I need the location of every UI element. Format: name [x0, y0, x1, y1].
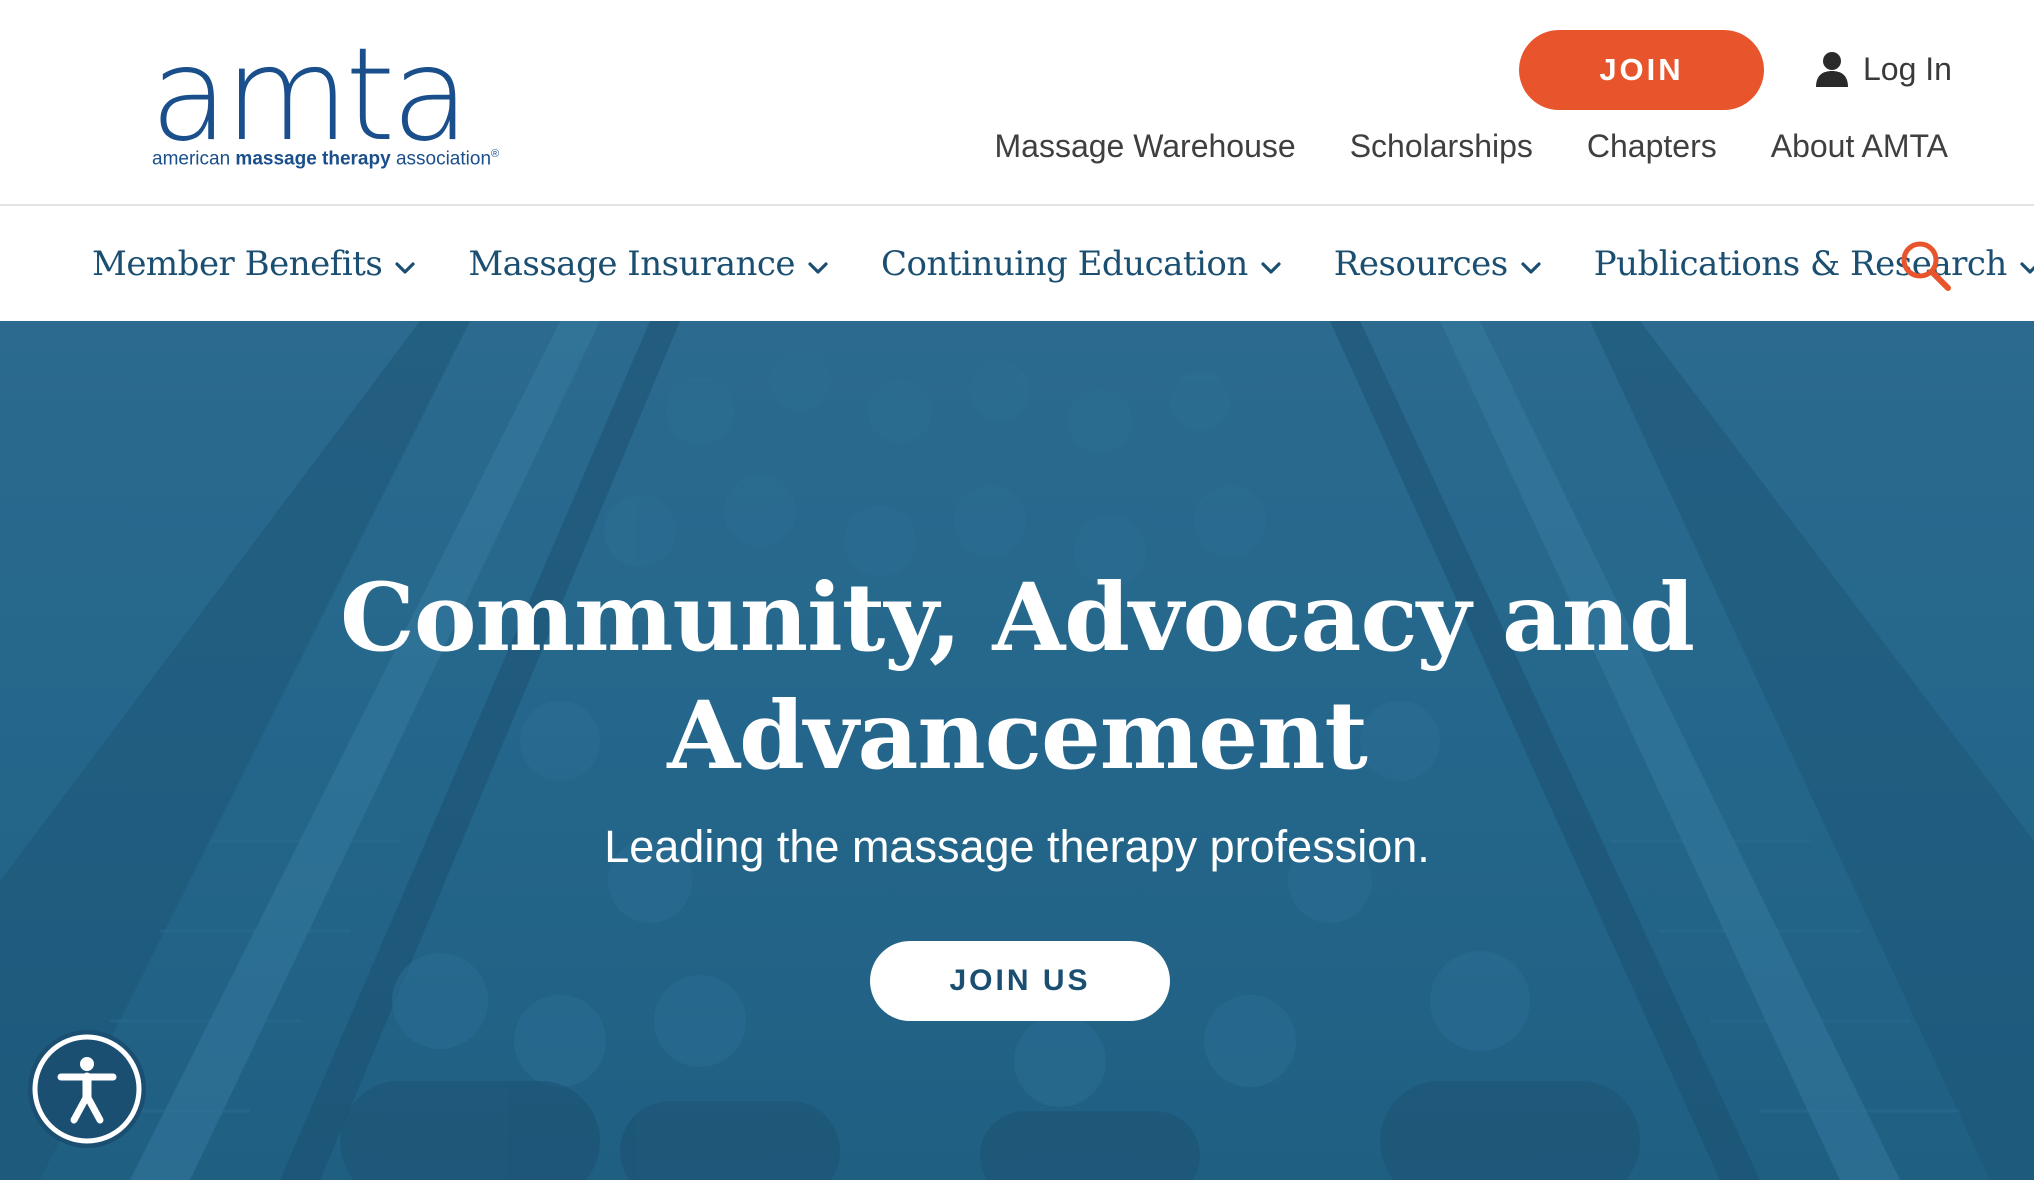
chevron-down-icon	[2020, 262, 2034, 274]
util-link-massage-warehouse[interactable]: Massage Warehouse	[995, 128, 1296, 165]
logo-tag-pre: american	[152, 148, 236, 170]
nav-label: Massage Insurance	[468, 244, 796, 284]
nav-label: Continuing Education	[881, 244, 1248, 284]
nav-item-massage-insurance[interactable]: Massage Insurance	[468, 244, 829, 284]
util-link-scholarships[interactable]: Scholarships	[1350, 128, 1533, 165]
logo-wordmark: amta	[150, 21, 470, 170]
login-label: Log In	[1863, 50, 1952, 87]
logo-tagline: american massage therapy association®	[152, 148, 499, 170]
hero-title-line2: Advancement	[667, 681, 1368, 791]
chevron-down-icon	[1521, 262, 1541, 274]
chevron-down-icon	[808, 262, 828, 274]
join-button[interactable]: JOIN	[1519, 30, 1764, 110]
login-link[interactable]: Log In	[1815, 44, 1952, 94]
accessibility-button[interactable]	[28, 1030, 146, 1148]
hero-title: Community, Advocacy and Advancement	[0, 559, 2034, 795]
search-icon[interactable]	[1898, 238, 1954, 294]
nav-label: Resources	[1333, 244, 1508, 284]
nav-label: Member Benefits	[92, 244, 383, 284]
hero-banner: Community, Advocacy and Advancement Lead…	[0, 321, 2034, 1180]
chevron-down-icon	[395, 262, 415, 274]
hero-subtitle: Leading the massage therapy profession.	[604, 821, 1430, 872]
nav-item-member-benefits[interactable]: Member Benefits	[92, 244, 416, 284]
hero-title-line1: Community, Advocacy and	[340, 563, 1695, 673]
nav-item-publications-research[interactable]: Publications & Research	[1594, 244, 2034, 284]
top-header: amta american massage therapy associatio…	[0, 0, 2034, 206]
main-nav: Member Benefits Massage Insurance Contin…	[0, 207, 2034, 321]
accessibility-icon	[32, 1034, 142, 1144]
amta-logo[interactable]: amta american massage therapy associatio…	[150, 32, 520, 175]
logo-tag-post: association	[390, 148, 492, 170]
join-us-button[interactable]: JOIN US	[870, 941, 1170, 1021]
nav-item-continuing-education[interactable]: Continuing Education	[881, 244, 1282, 284]
person-icon	[1816, 52, 1848, 87]
chevron-down-icon	[1261, 262, 1281, 274]
util-link-about-amta[interactable]: About AMTA	[1771, 128, 1948, 165]
logo-registered-mark: ®	[491, 148, 500, 160]
logo-tag-bold: massage therapy	[235, 148, 391, 170]
util-link-chapters[interactable]: Chapters	[1587, 128, 1717, 165]
nav-item-resources[interactable]: Resources	[1334, 244, 1542, 284]
utility-nav: Massage Warehouse Scholarships Chapters …	[995, 128, 1949, 165]
